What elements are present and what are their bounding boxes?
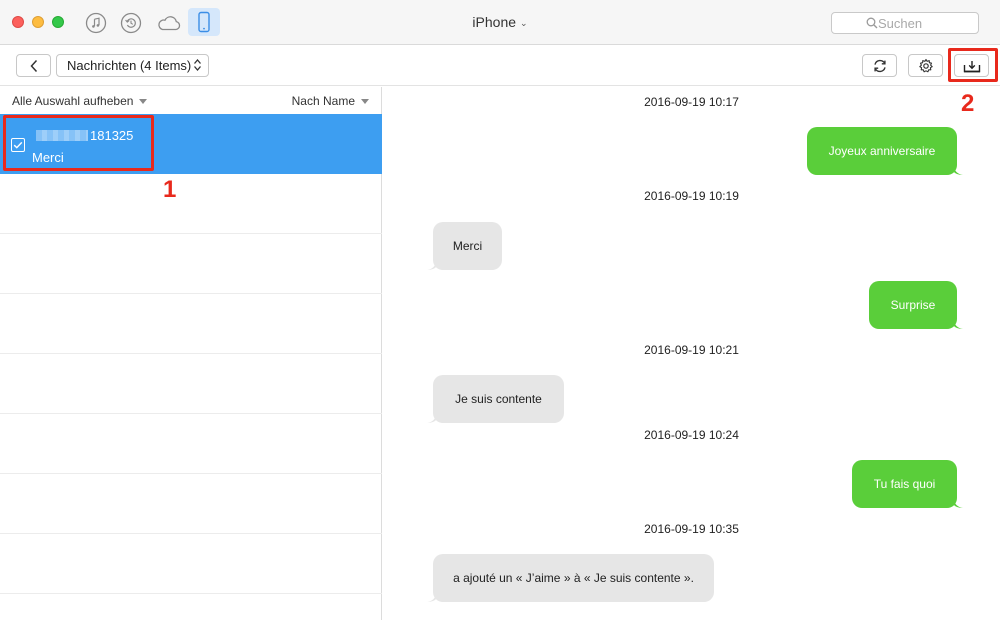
empty-list-row — [0, 174, 382, 234]
device-name[interactable]: iPhone — [472, 14, 516, 30]
empty-list-row — [0, 414, 382, 474]
empty-list-row — [0, 294, 382, 354]
gear-icon — [918, 58, 933, 72]
conversation-row[interactable]: 181325 Merci — [0, 114, 382, 174]
contact-number-visible: 181325 — [90, 128, 134, 143]
deselect-all-button[interactable]: Alle Auswahl aufheben — [12, 94, 148, 108]
sort-by-name-button[interactable]: Nach Name — [292, 94, 369, 108]
sort-by-label: Nach Name — [291, 94, 355, 108]
category-select[interactable]: Nachrichten (4 Items) — [56, 54, 209, 77]
back-button[interactable] — [16, 54, 51, 77]
empty-list-row — [0, 354, 382, 414]
bubble-tail — [427, 592, 437, 602]
title-bar: iPhone ⌄ — [0, 0, 1000, 45]
message-text: a ajouté un « J’aime » à « Je suis conte… — [453, 571, 694, 585]
message-text: Tu fais quoi — [873, 477, 936, 491]
window-minimize-button[interactable] — [32, 16, 44, 28]
iphone-icon[interactable] — [188, 8, 220, 36]
bubble-tail — [427, 260, 437, 270]
music-note-icon[interactable] — [84, 11, 108, 35]
empty-list-row — [0, 474, 382, 534]
step-1-label: 1 — [163, 176, 177, 203]
window-close-button[interactable] — [12, 16, 24, 28]
search-field[interactable] — [831, 12, 979, 34]
chevron-down-icon[interactable]: ⌄ — [520, 18, 528, 29]
outgoing-message-bubble[interactable]: Tu fais quoi — [852, 460, 963, 508]
incoming-message-bubble[interactable]: a ajouté un « J’aime » à « Je suis conte… — [427, 554, 714, 602]
conversation-pane: 2016-09-19 10:17 Joyeux anniversaire 201… — [383, 87, 1000, 620]
caret-down-icon — [139, 99, 148, 104]
updown-arrows-icon — [194, 59, 201, 71]
contact-number: 181325 — [36, 128, 133, 143]
chevron-left-icon — [29, 59, 37, 72]
bubble-tail — [953, 319, 963, 329]
message-timestamp: 2016-09-19 10:19 — [644, 189, 739, 203]
checkmark-icon — [13, 141, 23, 149]
message-text: Merci — [452, 239, 483, 253]
bubble-tail — [953, 498, 963, 508]
settings-button[interactable] — [908, 54, 943, 77]
category-select-value: Nachrichten (4 Items) — [67, 58, 192, 73]
message-text: Surprise — [890, 298, 936, 312]
message-text: Je suis contente — [455, 392, 542, 406]
search-input[interactable] — [864, 15, 964, 31]
message-preview: Merci — [32, 150, 64, 165]
outgoing-message-bubble[interactable]: Joyeux anniversaire — [807, 127, 963, 175]
empty-list-row — [0, 234, 382, 294]
incoming-message-bubble[interactable]: Merci — [427, 222, 502, 270]
message-timestamp: 2016-09-19 10:17 — [644, 95, 739, 109]
message-text: Joyeux anniversaire — [828, 144, 936, 158]
message-timestamp: 2016-09-19 10:21 — [644, 343, 739, 357]
empty-list-row — [0, 534, 382, 594]
outgoing-message-bubble[interactable]: Surprise — [869, 281, 963, 329]
deselect-all-label: Alle Auswahl aufheben — [12, 94, 134, 108]
refresh-icon — [873, 59, 886, 72]
list-header: Alle Auswahl aufheben Nach Name — [0, 87, 382, 114]
incoming-message-bubble[interactable]: Je suis contente — [427, 375, 564, 423]
export-to-computer-icon — [963, 60, 980, 72]
row-checkbox[interactable] — [11, 138, 25, 152]
window-zoom-button[interactable] — [52, 16, 64, 28]
message-timestamp: 2016-09-19 10:35 — [644, 522, 739, 536]
search-icon — [866, 17, 878, 29]
export-to-computer-button[interactable] — [954, 54, 989, 77]
restore-icon[interactable] — [119, 11, 143, 35]
cloud-icon[interactable] — [155, 11, 183, 35]
bubble-tail — [427, 413, 437, 423]
conversation-list-pane: Alle Auswahl aufheben Nach Name 181325 M… — [0, 87, 382, 620]
caret-down-icon — [361, 99, 369, 104]
bubble-tail — [953, 165, 963, 175]
message-timestamp: 2016-09-19 10:24 — [644, 428, 739, 442]
step-2-label: 2 — [961, 90, 975, 117]
toolbar: Nachrichten (4 Items) — [0, 46, 1000, 86]
refresh-button[interactable] — [862, 54, 897, 77]
redacted-digits — [36, 130, 88, 141]
